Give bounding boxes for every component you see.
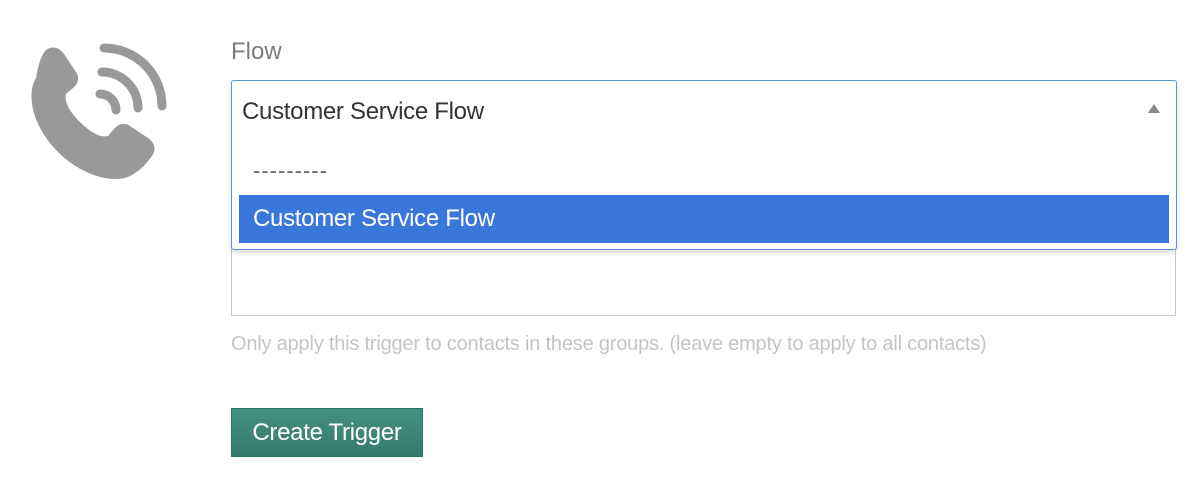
groups-help-text: Only apply this trigger to contacts in t… — [231, 333, 987, 355]
flow-field-label: Flow — [231, 38, 282, 65]
phone-call-icon — [31, 43, 167, 179]
create-trigger-button[interactable]: Create Trigger — [231, 408, 423, 457]
flow-option-empty[interactable]: --------- — [239, 147, 1169, 195]
flow-option-customer-service[interactable]: Customer Service Flow — [239, 195, 1169, 243]
chevron-up-icon[interactable] — [1148, 104, 1160, 113]
flow-select-value[interactable]: Customer Service Flow — [242, 98, 484, 126]
flow-select-dropdown[interactable]: Customer Service Flow --------- Customer… — [231, 80, 1177, 250]
trigger-form-page: Flow Customer Service Flow --------- Cus… — [0, 0, 1188, 500]
